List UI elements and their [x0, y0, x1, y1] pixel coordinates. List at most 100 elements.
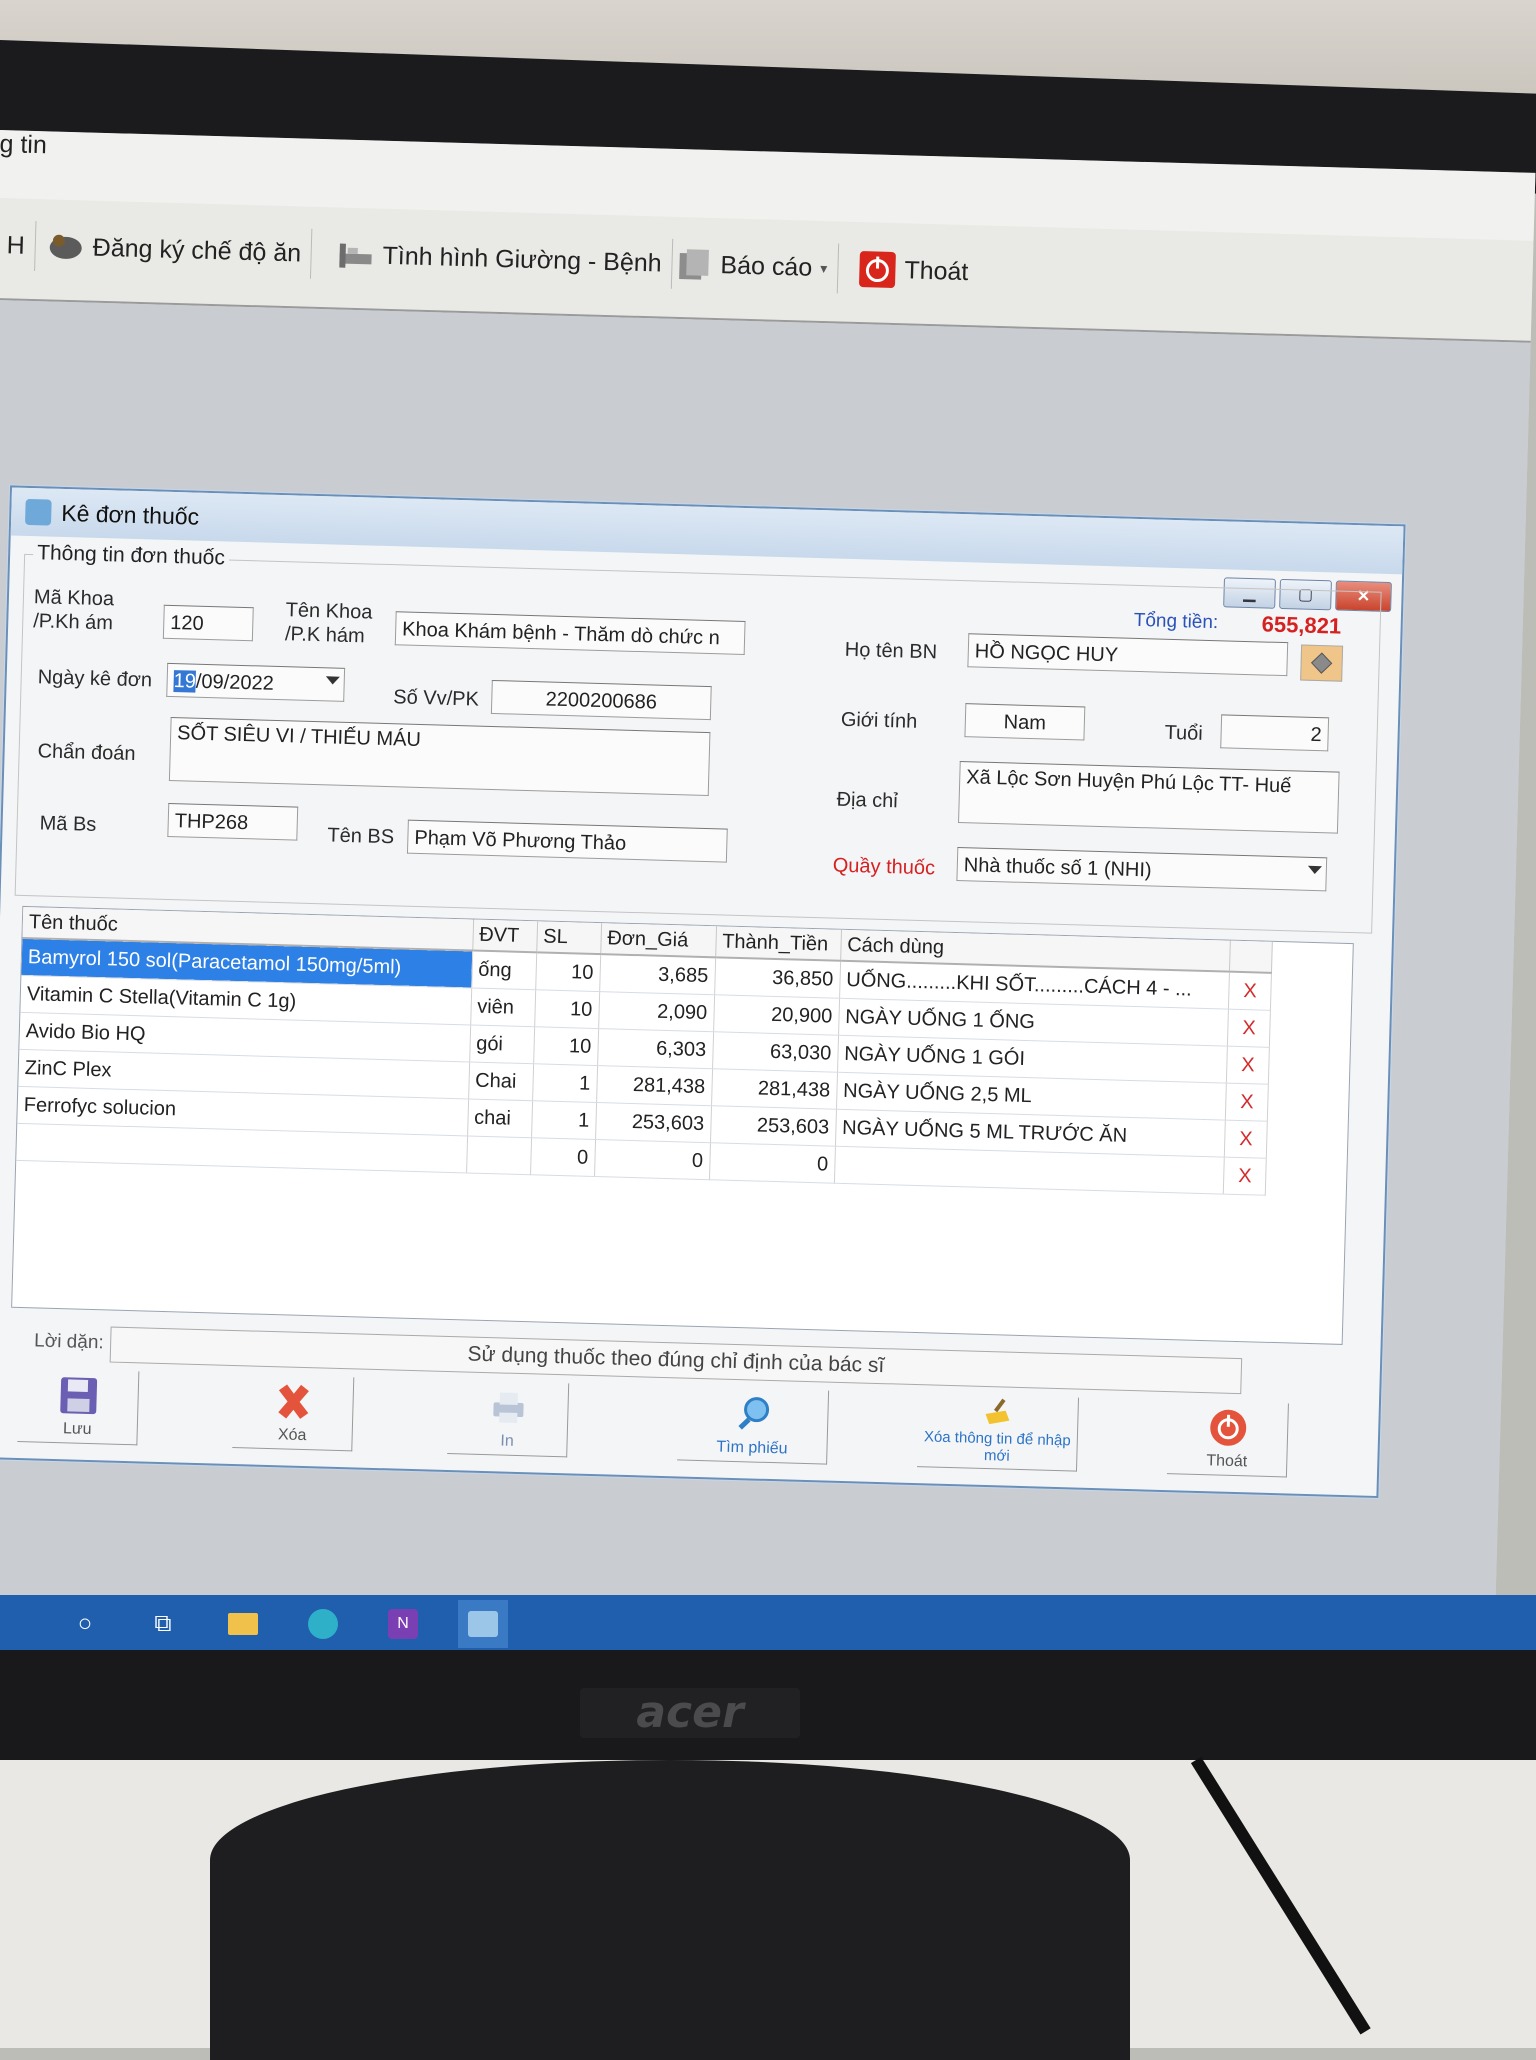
ten-khoa-field[interactable]: Khoa Khám bệnh - Thăm dò chức n — [394, 611, 746, 655]
ma-khoa-label: Mã Khoa /P.Kh ám — [32, 586, 115, 635]
gioi-tinh-field[interactable]: Nam — [964, 703, 1086, 741]
cortana-icon[interactable]: ○ — [66, 1605, 104, 1643]
quay-thuoc-label: Quầy thuốc — [832, 854, 936, 880]
clear-form-button[interactable]: Xóa thông tin để nhập mới — [917, 1393, 1080, 1472]
gioi-tinh-label: Giới tính — [840, 708, 918, 733]
toolbar-item-h[interactable]: H — [0, 219, 37, 272]
toolbar-item-label: Đăng ký chế độ ăn — [92, 233, 302, 267]
unit-price-cell[interactable]: 3,685 — [599, 954, 716, 995]
delete-row-button[interactable]: X — [1226, 1046, 1270, 1085]
unit-cell[interactable]: chai — [467, 1098, 533, 1138]
toolbar-item-diet[interactable]: Đăng ký chế độ ăn — [36, 221, 313, 279]
amount-cell[interactable]: 253,603 — [710, 1105, 837, 1147]
amount-cell[interactable]: 0 — [709, 1142, 836, 1184]
dialog-title: Kê đơn thuốc — [60, 499, 200, 530]
dia-chi-field[interactable]: Xã Lộc Sơn Huyện Phú Lộc TT- Huế — [958, 761, 1340, 834]
ma-khoa-field[interactable]: 120 — [162, 604, 254, 642]
find-receipt-button[interactable]: Tìm phiếu — [677, 1386, 830, 1465]
amount-cell[interactable]: 281,438 — [711, 1068, 838, 1110]
floppy-disk-icon — [59, 1377, 97, 1415]
so-vv-label: Số Vv/PK — [393, 686, 480, 711]
unit-price-cell[interactable]: 253,603 — [595, 1102, 712, 1143]
delete-x-icon — [277, 1384, 309, 1419]
chan-doan-field[interactable]: SỐT SIÊU VI / THIẾU MÁU — [168, 716, 711, 797]
hospital-app-icon[interactable] — [458, 1600, 508, 1648]
power-icon — [1209, 1409, 1246, 1446]
quantity-cell[interactable]: 10 — [534, 989, 600, 1029]
prescription-icon — [24, 498, 52, 526]
unit-cell[interactable]: viên — [470, 987, 536, 1027]
delete-row-button[interactable]: X — [1223, 1157, 1267, 1196]
column-header[interactable]: SL — [536, 921, 602, 955]
quantity-cell[interactable]: 10 — [535, 952, 601, 992]
save-button-label: Lưu — [62, 1420, 92, 1439]
delete-row-button[interactable]: X — [1225, 1083, 1269, 1122]
power-cable — [1190, 1756, 1371, 2035]
total-label: Tổng tiền: — [1133, 609, 1219, 634]
quay-thuoc-value: Nhà thuốc số 1 (NHI) — [963, 854, 1152, 882]
column-header[interactable]: ĐVT — [472, 919, 538, 953]
delete-row-button[interactable]: X — [1228, 971, 1272, 1011]
unit-price-cell[interactable]: 281,438 — [596, 1065, 713, 1106]
chevron-down-icon[interactable] — [1307, 865, 1322, 875]
unit-cell[interactable]: ống — [471, 950, 537, 990]
taskbar: ○ ⧉ N — [0, 1595, 1536, 1653]
exit-button-label: Thoát — [1206, 1452, 1248, 1471]
so-vv-field[interactable]: 2200200686 — [490, 679, 712, 721]
patient-lookup-button[interactable] — [1300, 644, 1344, 682]
toolbar-item-exit[interactable]: Thoát — [848, 244, 979, 298]
toolbar-item-beds[interactable]: Tình hình Giường - Bệnh — [325, 229, 674, 289]
toolbar-item-label: Báo cáo — [720, 250, 813, 282]
ma-bs-label: Mã Bs — [39, 812, 97, 836]
total-value: 655,821 — [1261, 611, 1342, 639]
power-icon — [859, 251, 896, 288]
amount-cell[interactable]: 20,900 — [713, 994, 840, 1036]
column-header[interactable]: Thành_Tiền — [715, 926, 842, 961]
ten-bs-field[interactable]: Phạm Võ Phương Thảo — [406, 819, 728, 863]
dia-chi-label: Địa chỉ — [836, 788, 899, 813]
monitor-stand — [210, 1760, 1130, 2060]
print-button[interactable]: In — [447, 1380, 570, 1458]
delete-button[interactable]: Xóa — [232, 1374, 355, 1452]
delete-button-label: Xóa — [277, 1426, 307, 1445]
date-rest: /09/2022 — [195, 670, 275, 695]
delete-row-button[interactable]: X — [1224, 1120, 1268, 1159]
diamond-icon — [1310, 652, 1333, 674]
column-header[interactable]: Đơn_Giá — [600, 923, 717, 958]
chevron-down-icon[interactable] — [325, 676, 340, 685]
toolbar-item-reports[interactable]: Báo cáo ▾ — [663, 238, 839, 294]
quantity-cell[interactable]: 1 — [532, 1063, 598, 1103]
unit-cell[interactable]: gói — [469, 1024, 535, 1064]
quay-thuoc-select[interactable]: Nhà thuốc số 1 (NHI) — [956, 847, 1328, 892]
quantity-cell[interactable]: 0 — [530, 1137, 596, 1177]
ma-bs-field[interactable]: THP268 — [167, 802, 299, 841]
prescription-dialog: Kê đơn thuốc ▁ ▢ ✕ Thông tin đơn thuốc T… — [0, 485, 1406, 1499]
find-receipt-button-label: Tìm phiếu — [716, 1438, 788, 1458]
prescription-info-group: Thông tin đơn thuốc Tổng tiền: 655,821 M… — [14, 541, 1382, 934]
unit-price-cell[interactable]: 0 — [594, 1139, 711, 1180]
unit-price-cell[interactable]: 6,303 — [597, 1028, 714, 1069]
quantity-cell[interactable]: 10 — [533, 1026, 599, 1066]
ten-bs-label: Tên BS — [327, 824, 395, 849]
amount-cell[interactable]: 63,030 — [712, 1031, 839, 1073]
ten-khoa-label: Tên Khoa /P.K hám — [284, 599, 373, 648]
file-explorer-icon[interactable] — [224, 1605, 262, 1643]
exit-button[interactable]: Thoát — [1166, 1400, 1289, 1478]
menu-item-partial[interactable]: g tin — [0, 130, 47, 160]
tuoi-field[interactable]: 2 — [1220, 714, 1330, 752]
save-button[interactable]: Lưu — [17, 1368, 140, 1446]
amount-cell[interactable]: 36,850 — [714, 957, 841, 999]
edge-browser-icon[interactable] — [304, 1605, 342, 1643]
clear-form-button-label: Xóa thông tin để nhập mới — [923, 1428, 1071, 1465]
delete-row-button[interactable]: X — [1227, 1009, 1271, 1048]
task-view-icon[interactable]: ⧉ — [144, 1605, 182, 1643]
unit-cell[interactable] — [466, 1135, 532, 1175]
ho-ten-field[interactable]: HỒ NGỌC HUY — [967, 633, 1289, 677]
ngay-ke-don-field[interactable]: 19/09/2022 — [166, 662, 346, 702]
onenote-icon[interactable]: N — [384, 1605, 422, 1643]
unit-price-cell[interactable]: 2,090 — [598, 991, 715, 1032]
unit-cell[interactable]: Chai — [468, 1061, 534, 1101]
report-icon — [679, 249, 709, 280]
medicine-table: Tên thuốc ĐVT SL Đơn_Giá Thành_Tiền Cách… — [16, 906, 1273, 1196]
quantity-cell[interactable]: 1 — [531, 1100, 597, 1140]
